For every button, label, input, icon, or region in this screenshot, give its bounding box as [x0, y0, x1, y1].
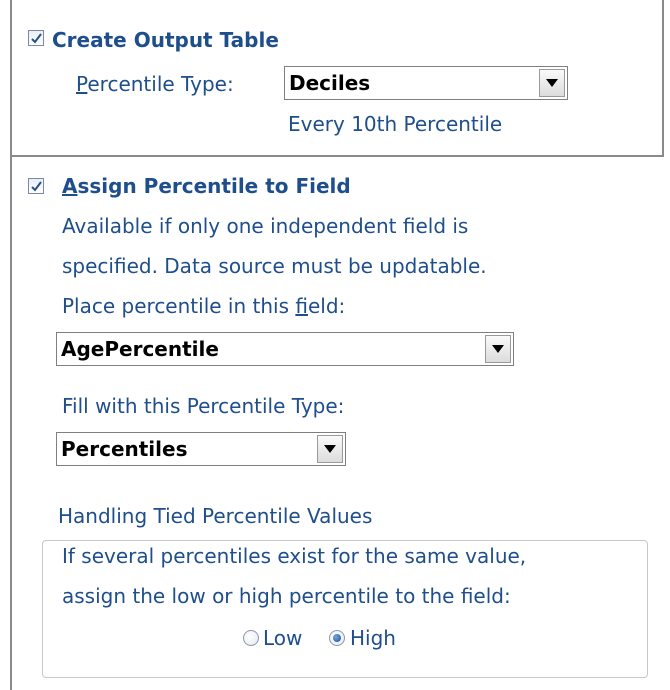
place-field-label: Place percentile in this field: [62, 294, 345, 318]
fill-type-select[interactable]: Percentiles [56, 432, 346, 466]
place-field-label-prefix: Place percentile in this [62, 294, 296, 318]
low-radio-label[interactable]: Low [263, 626, 302, 650]
tied-values-legend: Handling Tied Percentile Values [52, 504, 379, 528]
percentile-type-select[interactable]: Deciles [284, 66, 568, 100]
fill-type-label: Fill with this Percentile Type: [62, 394, 345, 418]
fill-type-value: Percentiles [61, 437, 188, 461]
fill-type-dropdown-button[interactable] [317, 435, 343, 463]
place-field-label-accesskey: f [295, 294, 308, 318]
checkmark-icon [30, 180, 42, 192]
chevron-down-icon [546, 79, 558, 87]
percentile-type-label: Percentile Type: [76, 72, 234, 96]
chevron-down-icon [324, 445, 336, 453]
chevron-down-icon [492, 345, 504, 353]
checkmark-icon [30, 32, 42, 44]
assign-percentile-label[interactable]: Assign Percentile to Field [62, 174, 351, 198]
low-radio[interactable] [243, 630, 259, 646]
create-output-table-label-prefix: Create [52, 28, 134, 52]
frame-border-right [662, 0, 664, 156]
assign-percentile-checkbox[interactable] [28, 178, 44, 194]
assign-desc-line1: Available if only one independent field … [62, 214, 469, 238]
percentile-type-dropdown-button[interactable] [539, 69, 565, 97]
high-radio[interactable] [329, 630, 345, 646]
percentile-field-select[interactable]: AgePercentile [56, 332, 514, 366]
create-output-table-checkbox[interactable] [28, 30, 44, 46]
create-output-table-label-rest: Output Table [133, 28, 279, 52]
tied-desc-line1: If several percentiles exist for the sam… [62, 544, 527, 568]
place-field-label-suffix: ield: [307, 294, 346, 318]
assign-desc-line2: specified. Data source must be updatable… [62, 254, 487, 278]
percentile-type-value: Deciles [289, 71, 371, 95]
tied-desc-line2: assign the low or high percentile to the… [62, 584, 511, 608]
percentile-field-value: AgePercentile [61, 337, 219, 361]
high-radio-label[interactable]: High [350, 626, 396, 650]
frame-border-left [10, 0, 12, 690]
percentile-type-hint: Every 10th Percentile [288, 112, 503, 136]
percentile-field-dropdown-button[interactable] [485, 335, 511, 363]
create-output-table-label[interactable]: Create Output Table [52, 28, 279, 52]
section-divider [10, 155, 664, 157]
